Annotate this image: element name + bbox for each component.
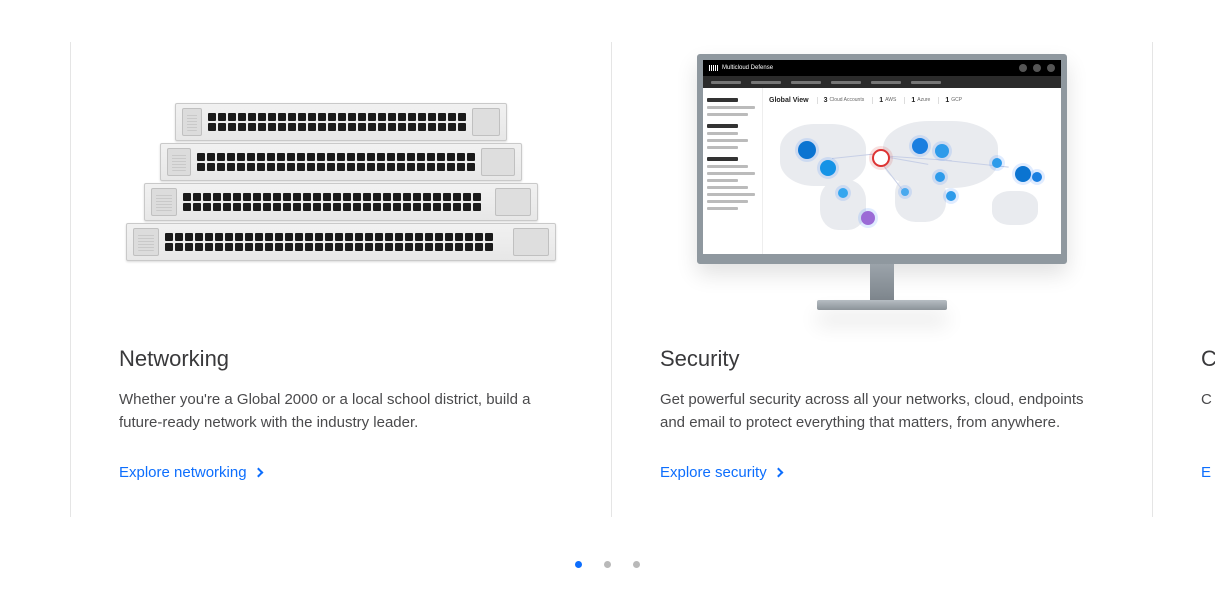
monitor-illustration: Multicloud Defense — [697, 54, 1067, 310]
link-label: Explore security — [660, 464, 767, 481]
link-label: Explore networking — [119, 464, 247, 481]
pagination-dot-2[interactable] — [604, 561, 611, 568]
card-image-security: Multicloud Defense — [636, 42, 1128, 322]
card-description: C in b — [1201, 388, 1215, 436]
carousel-pagination — [0, 561, 1215, 568]
card-description: Whether you're a Global 2000 or a local … — [119, 388, 563, 436]
network-switch — [160, 143, 522, 181]
card-title: Networking — [119, 346, 563, 372]
network-switch — [144, 183, 538, 221]
dashboard-brand: Multicloud Defense — [722, 65, 773, 71]
card-networking: Networking Whether you're a Global 2000 … — [70, 42, 611, 517]
product-carousel: Networking Whether you're a Global 2000 … — [70, 42, 1215, 517]
world-map — [769, 110, 1055, 250]
card-title: Security — [660, 346, 1104, 372]
network-switch — [126, 223, 556, 261]
card-description: Get powerful security across all your ne… — [660, 388, 1104, 436]
card-image-networking — [95, 42, 587, 322]
pagination-dot-1[interactable] — [575, 561, 582, 568]
card-third: C C in b E — [1152, 42, 1215, 517]
explore-networking-link[interactable]: Explore networking — [119, 464, 563, 481]
switch-stack-illustration — [126, 103, 556, 261]
card-title: C — [1201, 346, 1215, 372]
card-security: Multicloud Defense — [611, 42, 1152, 517]
pagination-dot-3[interactable] — [633, 561, 640, 568]
chevron-right-icon — [773, 468, 783, 478]
explore-security-link[interactable]: Explore security — [660, 464, 1104, 481]
dashboard-view-title: Global View — [769, 97, 809, 104]
explore-third-link[interactable]: E — [1201, 464, 1215, 481]
chevron-right-icon — [253, 468, 263, 478]
link-label: E — [1201, 464, 1211, 481]
network-switch — [175, 103, 507, 141]
card-image-third — [1177, 42, 1215, 322]
